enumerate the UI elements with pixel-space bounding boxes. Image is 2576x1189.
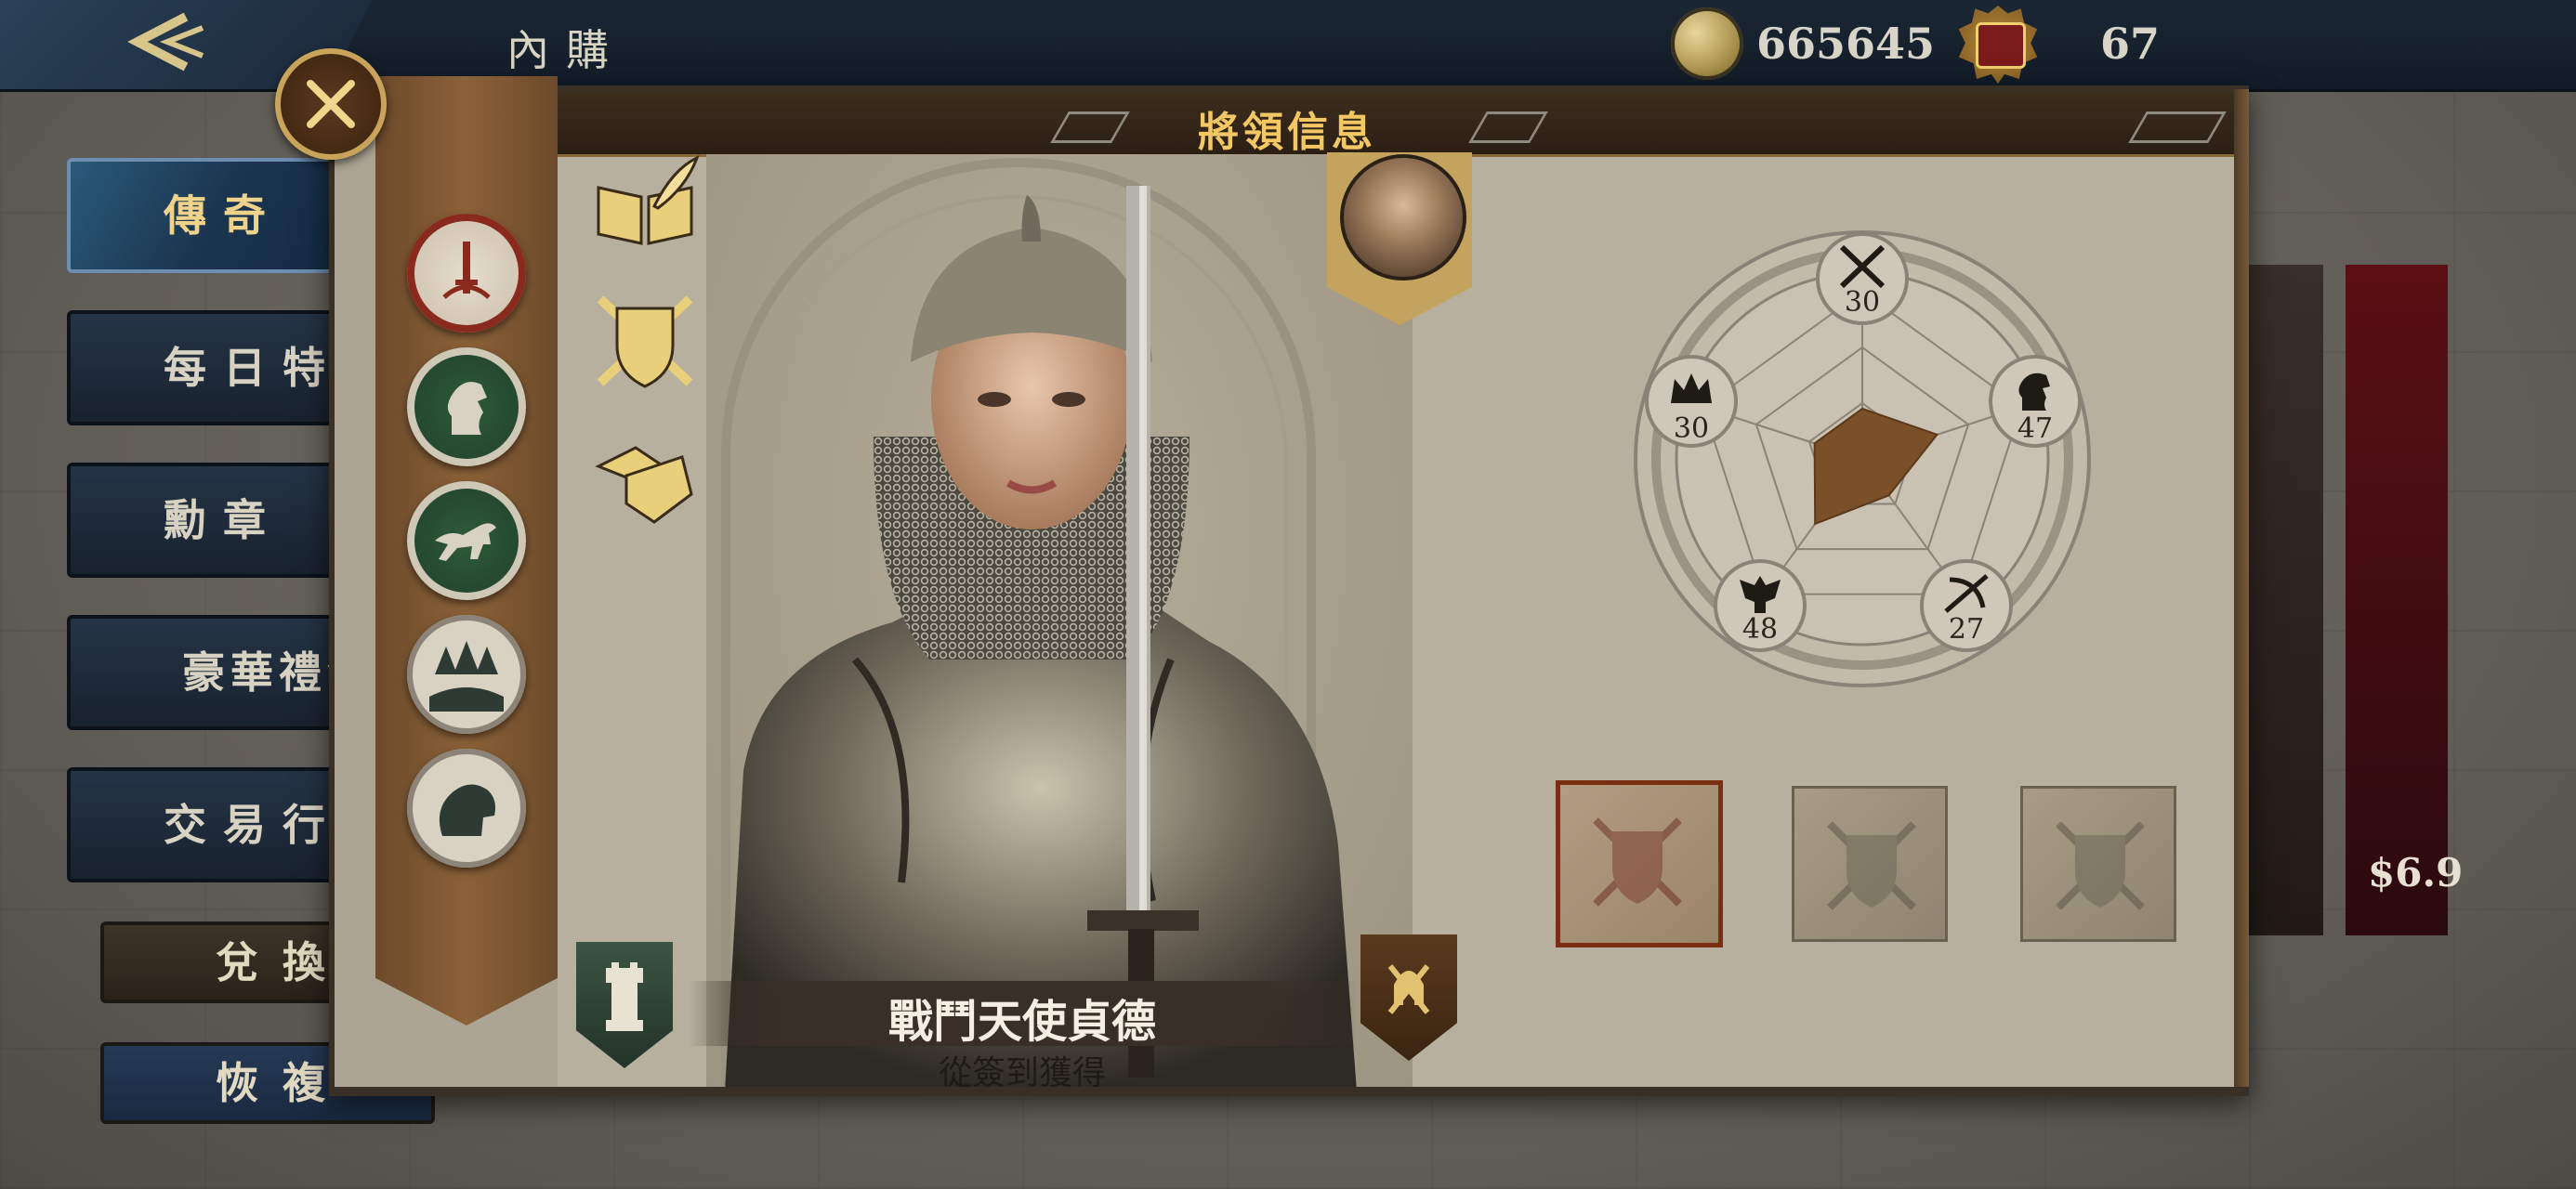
shield-swords-icon: [1827, 821, 1916, 910]
menu-item-label: 交易行: [164, 800, 342, 850]
stat-eagle-value: 48: [1741, 613, 1779, 646]
shield-swords-icon: [2056, 821, 2145, 910]
menu-item-label: 每日特: [164, 343, 342, 393]
stat-crown-value: 30: [1673, 412, 1710, 445]
close-button[interactable]: [275, 48, 387, 160]
eagle-icon: [1740, 576, 1781, 613]
menu-item-label: 勳章: [164, 495, 283, 545]
hero-name: 戰鬥天使貞德: [887, 996, 1156, 1048]
knight-laurel-icon: [447, 382, 487, 435]
crossed-swords-icon: [1839, 244, 1886, 289]
handshake-icon[interactable]: [589, 429, 701, 531]
panel-title: 將領信息: [1198, 109, 1376, 156]
panel-frame: [2234, 89, 2249, 1092]
offer-price: $6.9: [2368, 850, 2464, 895]
panel-header: 將領信息: [558, 91, 2240, 157]
category-tab-horse[interactable]: [407, 749, 526, 868]
chess-rook-icon: [606, 962, 643, 1031]
stat-sword-value: 30: [1844, 286, 1881, 319]
gem-balance: 67: [2100, 19, 2161, 69]
equipment-slot[interactable]: [2020, 786, 2176, 942]
page-title: 內購: [506, 25, 625, 75]
spartan-helmet-icon: [1387, 964, 1430, 1014]
sword-emblem-icon: [442, 242, 491, 299]
knight-chess-icon: [2018, 372, 2050, 411]
close-icon: [307, 80, 355, 128]
background-offer-card[interactable]: [2346, 265, 2448, 935]
crown-icon: [1671, 373, 1712, 403]
avatar: [1340, 154, 1466, 281]
category-tab-sword[interactable]: [407, 214, 526, 333]
menu-item-label: 傳奇: [164, 190, 283, 241]
header-ornament: [2128, 111, 2227, 143]
hero-portrait: [725, 186, 1357, 1091]
forest-icon: [429, 641, 504, 712]
equipment-slot[interactable]: [1556, 780, 1723, 947]
category-tab-knight[interactable]: [407, 347, 526, 466]
equipment-slot[interactable]: [1792, 786, 1948, 942]
coin-balance: 665645: [1756, 19, 1936, 69]
category-tab-cavalry[interactable]: [407, 481, 526, 600]
stat-horse-value: 47: [2017, 412, 2054, 445]
horse-run-icon: [435, 523, 496, 561]
panel-frame-bottom: [329, 1087, 2249, 1096]
horse-head-icon: [439, 784, 495, 836]
coin-icon: [1671, 7, 1743, 80]
crossbow-icon: [1944, 574, 1989, 613]
stat-bow-value: 27: [1948, 613, 1985, 646]
shield-swords-icon[interactable]: [589, 290, 701, 392]
book-quill-icon[interactable]: [589, 150, 701, 253]
back-arrow-icon: [127, 12, 204, 72]
crown-gem-icon: [1976, 22, 2026, 69]
category-tab-forest[interactable]: [407, 615, 526, 734]
shield-swords-icon: [1593, 817, 1682, 907]
